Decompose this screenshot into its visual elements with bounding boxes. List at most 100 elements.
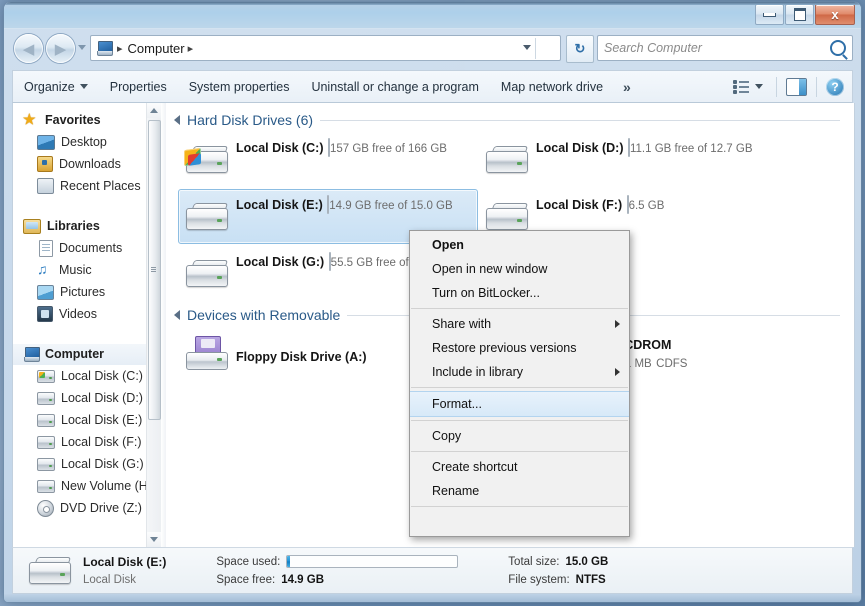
- section-header-hard-disk-drives[interactable]: Hard Disk Drives (6): [166, 103, 854, 132]
- sidebar-item-new-volume-h[interactable]: New Volume (H:): [13, 475, 147, 497]
- scrollbar-thumb[interactable]: [148, 120, 161, 420]
- sidebar-item-local-disk-f[interactable]: Local Disk (F:): [13, 431, 147, 453]
- drive-name-e: Local Disk (E:): [236, 198, 323, 212]
- context-menu[interactable]: Open Open in new window Turn on BitLocke…: [409, 230, 630, 537]
- sidebar-item-documents[interactable]: Documents: [13, 237, 147, 259]
- recent-places-icon: [37, 178, 54, 194]
- minimize-button[interactable]: [755, 4, 784, 25]
- recent-locations-icon[interactable]: [78, 45, 86, 50]
- sidebar-item-music[interactable]: ♫ Music: [13, 259, 147, 281]
- sidebar-item-local-disk-c[interactable]: Local Disk (C:): [13, 365, 147, 387]
- maximize-icon: [793, 8, 806, 21]
- sidebar-item-pictures[interactable]: Pictures: [13, 281, 147, 303]
- navigation-tree: ★ Favorites Desktop Downloads Recent Pla…: [13, 103, 147, 523]
- context-menu-item-open[interactable]: Open: [410, 233, 629, 257]
- hdd-icon: [37, 413, 55, 427]
- sidebar-label-local-disk-c: Local Disk (C:): [61, 369, 143, 383]
- sidebar-item-recent-places[interactable]: Recent Places: [13, 175, 147, 197]
- details-space-free-value: 14.9 GB: [281, 573, 325, 586]
- help-icon[interactable]: ?: [826, 77, 844, 96]
- sidebar-item-libraries[interactable]: Libraries: [13, 215, 147, 237]
- minimize-icon: [763, 12, 776, 17]
- sidebar-item-favorites[interactable]: ★ Favorites: [13, 109, 147, 131]
- sidebar-label-local-disk-f: Local Disk (F:): [61, 435, 142, 449]
- drive-usage-bar-g: [328, 252, 331, 271]
- context-menu-item-properties[interactable]: [410, 510, 629, 534]
- map-network-drive-button[interactable]: Map network drive: [490, 80, 614, 94]
- details-identity-column: Local Disk (E:) Local Disk: [83, 554, 166, 587]
- sidebar-label-music: Music: [59, 263, 92, 277]
- change-view-button[interactable]: [733, 79, 767, 94]
- details-drive-type: Local Disk: [83, 573, 137, 586]
- scroll-down-button[interactable]: [147, 532, 161, 547]
- sidebar-label-pictures: Pictures: [60, 285, 106, 299]
- breadcrumb-separator-2[interactable]: ▸: [188, 42, 194, 55]
- libraries-group: Libraries Documents ♫ Music Pictures Vid…: [13, 215, 147, 325]
- chevron-expand-icon[interactable]: [174, 310, 180, 320]
- breadcrumb-computer[interactable]: Computer: [128, 41, 185, 56]
- sidebar-item-computer[interactable]: Computer: [13, 343, 147, 365]
- organize-button[interactable]: Organize: [13, 80, 99, 94]
- sidebar-item-local-disk-e[interactable]: Local Disk (E:): [13, 409, 147, 431]
- address-dropdown-icon[interactable]: [523, 45, 531, 50]
- details-total-size-label: Total size:: [508, 555, 560, 568]
- star-icon: ★: [23, 111, 36, 127]
- uninstall-change-program-button[interactable]: Uninstall or change a program: [300, 80, 489, 94]
- chevron-expand-icon[interactable]: [174, 115, 180, 125]
- window-controls: x: [755, 4, 855, 25]
- address-bar-row: ◀ ▶ ▸ Computer ▸ ↻ Search Computer: [4, 28, 861, 70]
- views-chevron-down-icon[interactable]: [755, 84, 763, 89]
- sidebar-item-desktop[interactable]: Desktop: [13, 131, 147, 153]
- context-menu-separator: [411, 420, 628, 421]
- drive-usage-bar-c: [327, 138, 330, 157]
- drive-tile-local-disk-c[interactable]: Local Disk (C:) 157 GB free of 166 GB: [178, 132, 478, 187]
- context-menu-item-create-shortcut[interactable]: Create shortcut: [410, 455, 629, 479]
- preview-pane-icon[interactable]: [786, 77, 807, 96]
- context-menu-separator: [411, 506, 628, 507]
- sidebar-item-downloads[interactable]: Downloads: [13, 153, 147, 175]
- breadcrumb-bar[interactable]: ▸ Computer ▸: [90, 35, 561, 61]
- drive-usage-bar-f: [626, 195, 629, 214]
- context-menu-separator: [411, 387, 628, 388]
- sidebar-label-desktop: Desktop: [61, 135, 107, 149]
- forward-button[interactable]: ▶: [46, 34, 75, 63]
- chevron-up-icon: [150, 108, 158, 113]
- chevron-down-icon: [150, 537, 158, 542]
- computer-group: Computer Local Disk (C:) Local Disk (D:): [13, 343, 147, 519]
- refresh-button[interactable]: ↻: [566, 35, 594, 63]
- hdd-icon: [184, 200, 229, 236]
- scroll-up-button[interactable]: [147, 103, 161, 118]
- music-icon: ♫: [37, 261, 48, 277]
- back-button[interactable]: ◀: [14, 34, 43, 63]
- submenu-arrow-icon: [615, 320, 620, 328]
- navigation-scrollbar[interactable]: [146, 103, 161, 547]
- system-properties-button[interactable]: System properties: [178, 80, 301, 94]
- drive-tile-local-disk-d[interactable]: Local Disk (D:) 11.1 GB free of 12.7 GB: [478, 132, 778, 187]
- sidebar-item-local-disk-g[interactable]: Local Disk (G:): [13, 453, 147, 475]
- chevron-down-icon: [79, 84, 88, 89]
- context-menu-item-restore-previous-versions[interactable]: Restore previous versions: [410, 336, 629, 360]
- details-drive-name: Local Disk (E:): [83, 554, 167, 569]
- context-menu-item-open-in-new-window[interactable]: Open in new window: [410, 257, 629, 281]
- drive-info-d: 11.1 GB free of 12.7 GB: [629, 143, 753, 155]
- sidebar-item-videos[interactable]: Videos: [13, 303, 147, 325]
- search-box[interactable]: Search Computer: [597, 35, 853, 61]
- context-menu-separator: [411, 308, 628, 309]
- context-menu-item-share-with[interactable]: Share with: [410, 312, 629, 336]
- hdd-icon: [37, 479, 55, 493]
- toolbar-overflow-button[interactable]: »: [614, 79, 640, 95]
- context-menu-item-rename[interactable]: Rename: [410, 479, 629, 503]
- close-button[interactable]: x: [815, 4, 855, 25]
- context-menu-item-copy[interactable]: Copy: [410, 424, 629, 448]
- context-menu-item-include-in-library[interactable]: Include in library: [410, 360, 629, 384]
- context-menu-item-format[interactable]: Format...: [410, 391, 629, 417]
- pictures-icon: [37, 284, 54, 300]
- sidebar-item-dvd-drive-z[interactable]: DVD Drive (Z:) CD: [13, 497, 147, 519]
- properties-button[interactable]: Properties: [99, 80, 178, 94]
- maximize-button[interactable]: [785, 4, 814, 25]
- sidebar-item-local-disk-d[interactable]: Local Disk (D:): [13, 387, 147, 409]
- sidebar-label-videos: Videos: [59, 307, 97, 321]
- context-menu-item-turn-on-bitlocker[interactable]: Turn on BitLocker...: [410, 281, 629, 305]
- sidebar-label-favorites: Favorites: [45, 113, 101, 127]
- search-input[interactable]: Search Computer: [604, 41, 830, 55]
